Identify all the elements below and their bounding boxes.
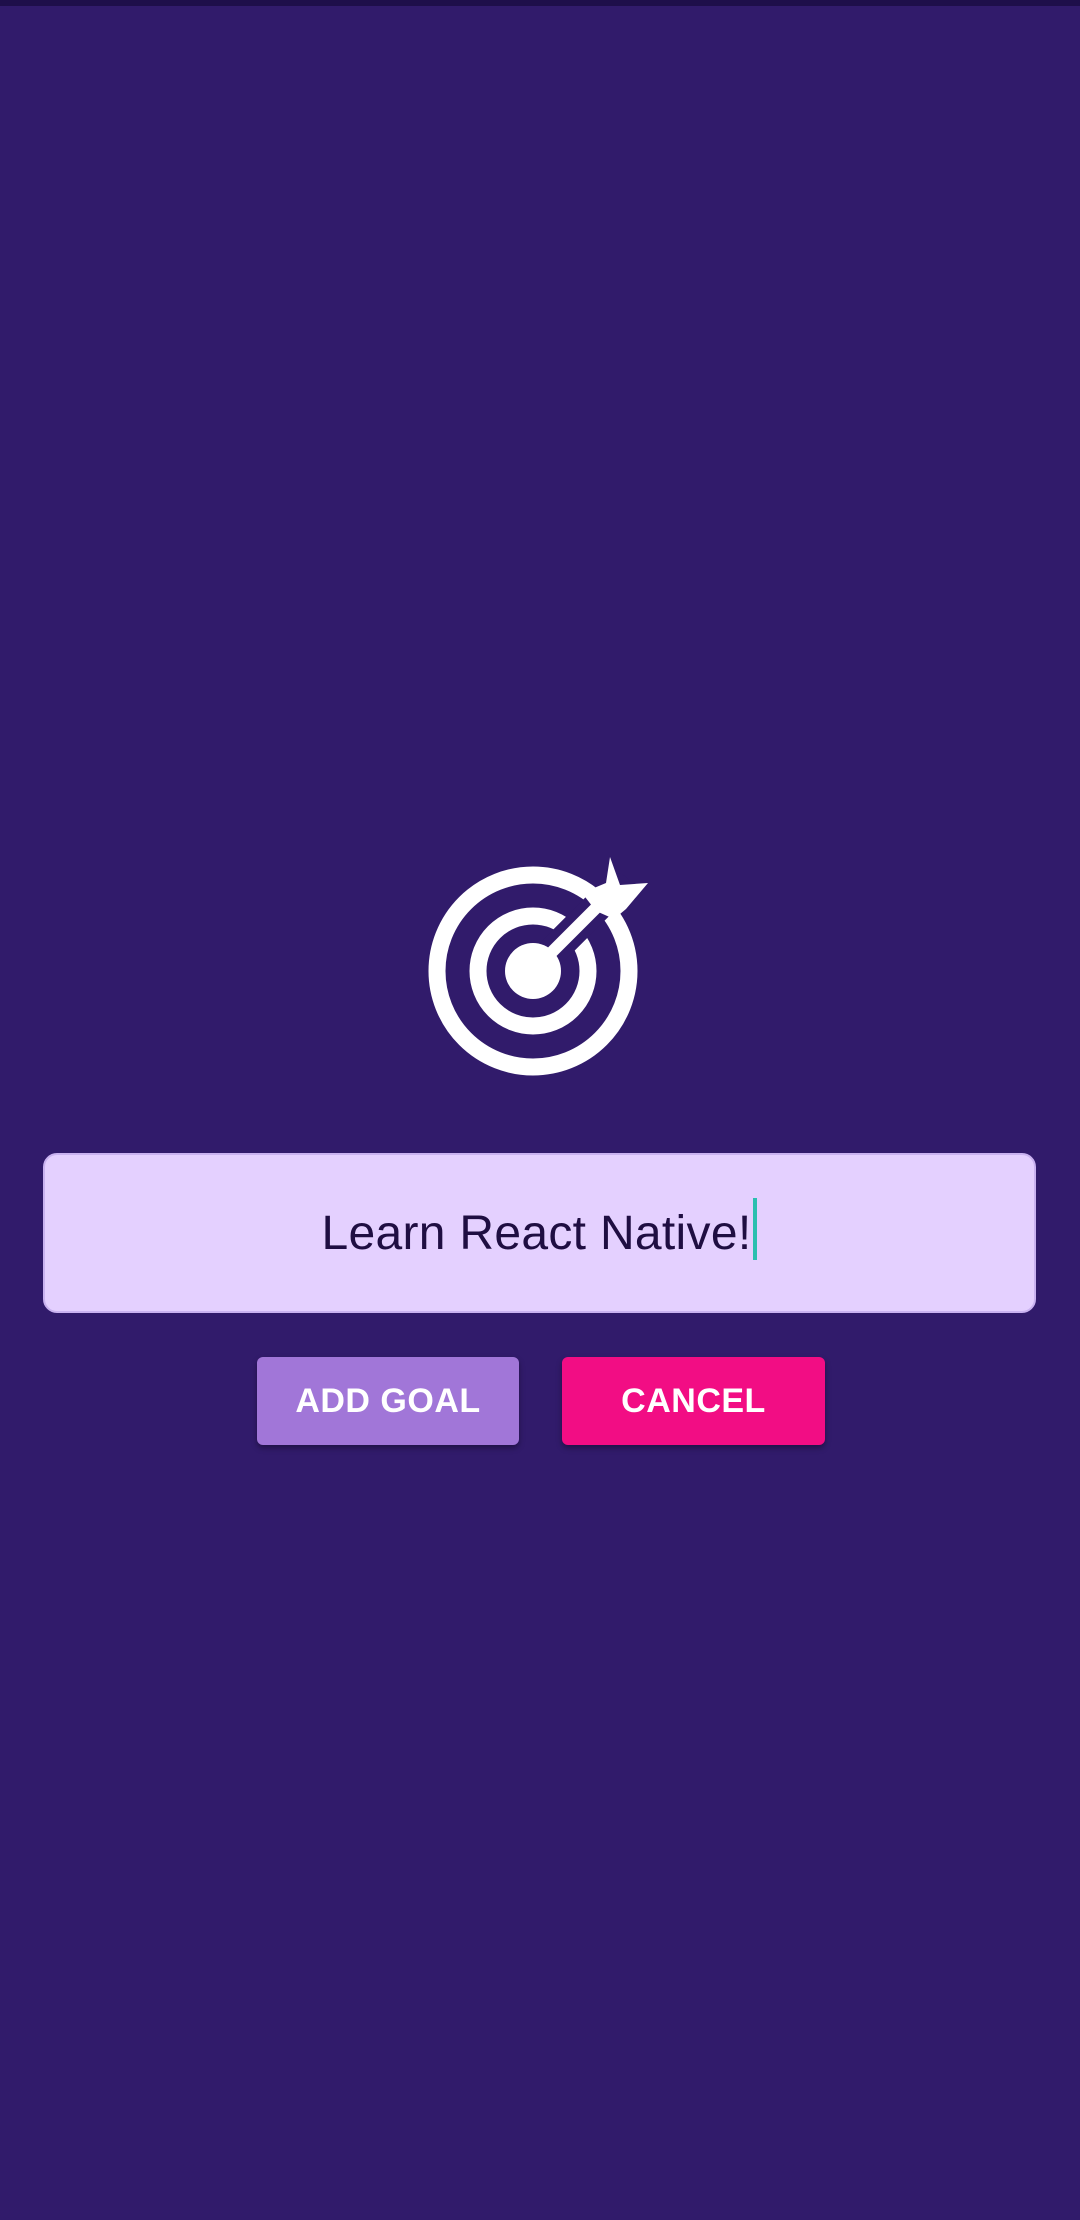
goal-input-value[interactable]: Learn React Native!: [322, 1206, 752, 1261]
status-bar: [0, 0, 1080, 6]
cancel-button[interactable]: CANCEL: [562, 1357, 825, 1445]
goal-input[interactable]: Learn React Native!: [43, 1153, 1036, 1313]
target-icon: [426, 855, 652, 1081]
cancel-button-label: CANCEL: [621, 1381, 766, 1420]
target-icon-graphic: [428, 857, 648, 1076]
text-cursor: [753, 1198, 758, 1260]
add-goal-button[interactable]: ADD GOAL: [257, 1357, 519, 1445]
add-goal-button-label: ADD GOAL: [295, 1381, 481, 1420]
